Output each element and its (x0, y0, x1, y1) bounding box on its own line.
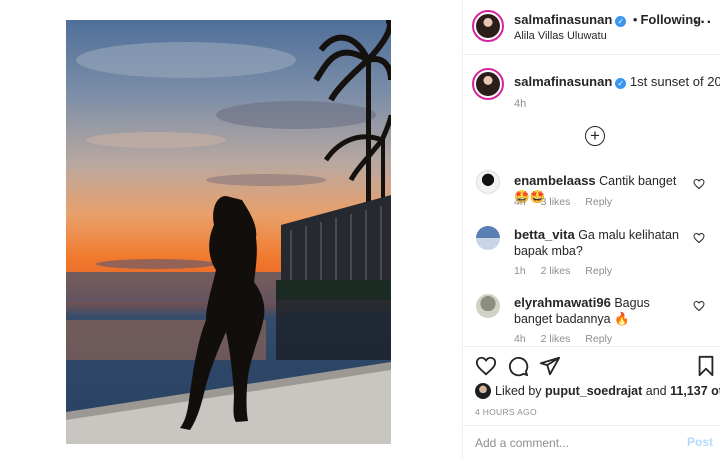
likes-summary: Liked by puput_soedrajat and 11,137 othe… (475, 383, 720, 399)
post-header: salmafinasunan ✓ • Following Alila Villas … (463, 0, 720, 55)
comment-meta: 4h 2 likes Reply (514, 333, 624, 345)
comment-meta: 1h 2 likes Reply (514, 265, 624, 277)
reply-button[interactable]: Reply (585, 196, 612, 208)
likes-prefix: Liked by (495, 384, 542, 398)
caption-time[interactable]: 4h (514, 98, 526, 110)
add-comment-bar: Post (463, 425, 720, 458)
post-photo[interactable] (66, 20, 391, 444)
verified-badge-icon: ✓ (615, 78, 627, 89)
comment-likes[interactable]: 3 likes (541, 196, 571, 208)
reply-button[interactable]: Reply (585, 265, 612, 277)
header-title-line: salmafinasunan ✓ • Following (514, 12, 701, 27)
bookmark-icon[interactable] (695, 355, 717, 377)
comment-input[interactable] (475, 434, 665, 452)
post-sidebar: salmafinasunan ✓ • Following Alila Villas … (462, 0, 720, 458)
comment-time[interactable]: 4h (514, 333, 526, 345)
comment-avatar[interactable] (476, 226, 500, 250)
caption-text-line: salmafinasunan✓ 1st sunset of 2021 (514, 74, 720, 89)
comment-meta: 4h 3 likes Reply (514, 196, 624, 208)
caption-avatar[interactable] (472, 68, 504, 100)
more-horizontal-icon[interactable]: ··· (694, 14, 713, 32)
location-link[interactable]: Alila Villas Uluwatu (514, 30, 607, 42)
following-button[interactable]: Following (640, 12, 701, 27)
sunset-silhouette-image (66, 20, 391, 444)
comment-username[interactable]: enambelaass (514, 173, 596, 188)
avatar[interactable] (472, 10, 504, 42)
header-username[interactable]: salmafinasunan (514, 12, 612, 27)
caption-username[interactable]: salmafinasunan (514, 74, 612, 89)
liker-username[interactable]: puput_soedrajat (545, 384, 642, 398)
heart-icon[interactable] (693, 300, 705, 312)
reply-button[interactable]: Reply (585, 333, 612, 345)
comment-likes[interactable]: 2 likes (541, 265, 571, 277)
heart-icon[interactable] (693, 178, 705, 190)
comment-avatar[interactable] (476, 294, 500, 318)
comment-icon[interactable] (507, 355, 529, 377)
comment-avatar[interactable] (476, 170, 500, 194)
comment-body: betta_vita Ga malu kelihatan bapak mba? (514, 227, 684, 259)
comment-username[interactable]: betta_vita (514, 227, 575, 242)
posted-time[interactable]: 4 HOURS AGO (475, 407, 537, 417)
plus-circle-icon[interactable]: + (585, 126, 605, 146)
comment-body: elyrahmawati96 Bagus banget badannya 🔥 (514, 295, 684, 327)
media-area (0, 0, 462, 458)
comment-likes[interactable]: 2 likes (541, 333, 571, 345)
heart-icon[interactable] (693, 232, 705, 244)
likes-and: and (645, 384, 667, 398)
share-icon[interactable] (539, 355, 561, 377)
verified-badge-icon: ✓ (615, 16, 627, 27)
post-actions: Liked by puput_soedrajat and 11,137 othe… (463, 346, 720, 458)
likes-others[interactable]: 11,137 others (670, 384, 720, 398)
separator: • (632, 12, 638, 27)
comment-time[interactable]: 4h (514, 196, 526, 208)
comment-time[interactable]: 1h (514, 265, 526, 277)
caption-text: 1st sunset of 2021 (629, 74, 720, 89)
comment-username[interactable]: elyrahmawati96 (514, 295, 611, 310)
heart-icon[interactable] (475, 355, 497, 377)
post-button[interactable]: Post (687, 435, 713, 449)
liker-avatar[interactable] (475, 383, 491, 399)
